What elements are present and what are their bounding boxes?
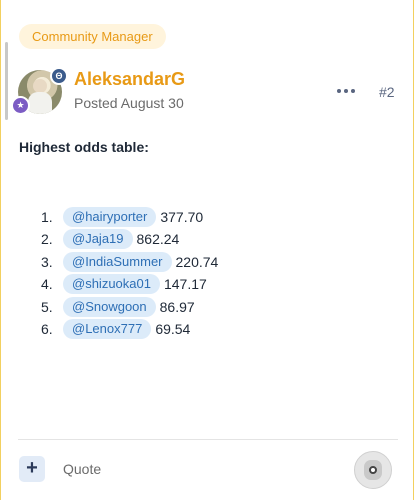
- list-item: 4. @shizuoka01 147.17: [41, 273, 218, 295]
- list-number: 2.: [41, 231, 53, 248]
- user-mention[interactable]: @shizuoka01: [63, 274, 160, 295]
- post-heading: Highest odds table:: [19, 139, 149, 155]
- moderator-badge-icon: Θ: [50, 67, 68, 85]
- list-number: 4.: [41, 276, 53, 293]
- list-item: 2. @Jaja19 862.24: [41, 228, 218, 250]
- dot: [344, 89, 348, 93]
- list-number: 6.: [41, 320, 53, 337]
- dot: [337, 89, 341, 93]
- list-item: 3. @IndiaSummer 220.74: [41, 251, 218, 273]
- footer-divider: [18, 439, 398, 440]
- odds-value: 69.54: [155, 320, 191, 337]
- user-mention[interactable]: @Jaja19: [63, 229, 133, 250]
- dot: [351, 89, 355, 93]
- add-button[interactable]: +: [19, 456, 45, 482]
- quote-button[interactable]: Quote: [63, 461, 101, 477]
- rank-badge-icon: ★: [11, 96, 30, 115]
- role-badge: Community Manager: [19, 24, 166, 49]
- post-date[interactable]: Posted August 30: [74, 95, 184, 111]
- list-item: 1. @hairyporter 377.70: [41, 206, 218, 228]
- odds-value: 147.17: [163, 276, 207, 293]
- list-item: 6. @Lenox777 69.54: [41, 318, 218, 340]
- odds-list: 1. @hairyporter 377.70 2. @Jaja19 862.24…: [41, 206, 218, 340]
- user-mention[interactable]: @hairyporter: [63, 207, 157, 227]
- bot-avatar-icon[interactable]: [354, 451, 392, 489]
- more-options-icon[interactable]: [337, 86, 359, 96]
- list-number: 3.: [41, 253, 53, 270]
- avatar-face: [33, 79, 47, 93]
- list-item: 5. @Snowgoon 86.97: [41, 296, 218, 318]
- forum-post: Community Manager Θ ★ AleksandarG Posted…: [0, 0, 414, 500]
- user-mention[interactable]: @Lenox777: [63, 318, 152, 339]
- avatar-body: [28, 92, 52, 114]
- post-number-link[interactable]: #2: [379, 84, 395, 100]
- odds-value: 377.70: [160, 209, 204, 225]
- user-mention[interactable]: @IndiaSummer: [63, 251, 172, 272]
- bot-eye: [369, 466, 377, 474]
- user-mention[interactable]: @Snowgoon: [63, 296, 156, 317]
- list-number: 5.: [41, 298, 53, 315]
- odds-value: 220.74: [175, 253, 219, 270]
- author-name[interactable]: AleksandarG: [74, 69, 185, 90]
- list-number: 1.: [41, 209, 53, 225]
- odds-value: 862.24: [136, 231, 180, 248]
- odds-value: 86.97: [159, 298, 195, 315]
